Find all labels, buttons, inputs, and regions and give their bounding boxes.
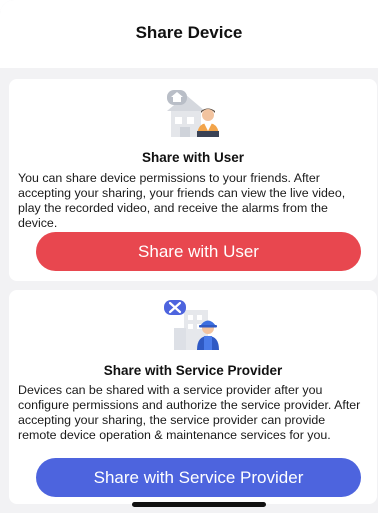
- page-title: Share Device: [135, 23, 243, 42]
- home-indicator: [132, 502, 266, 507]
- share-with-service-provider-button[interactable]: Share with Service Provider: [36, 458, 361, 497]
- share-with-user-button[interactable]: Share with User: [36, 232, 361, 271]
- share-with-user-description: You can share device permissions to your…: [18, 171, 346, 230]
- share-with-service-provider-card: Share with Service Provider Devices can …: [9, 290, 377, 504]
- share-with-user-title: Share with User: [141, 150, 245, 165]
- share-with-service-provider-description: Devices can be shared with a service pro…: [18, 383, 361, 442]
- share-with-user-card: Share with User You can share device per…: [9, 79, 377, 281]
- share-with-service-provider-title: Share with Service Provider: [103, 363, 283, 378]
- share-device-sheet: Share Device Share with User You can sha…: [0, 0, 378, 513]
- header-bar: Share Device: [0, 0, 378, 68]
- service-provider-icon: [164, 300, 219, 350]
- house-user-icon: [167, 90, 219, 137]
